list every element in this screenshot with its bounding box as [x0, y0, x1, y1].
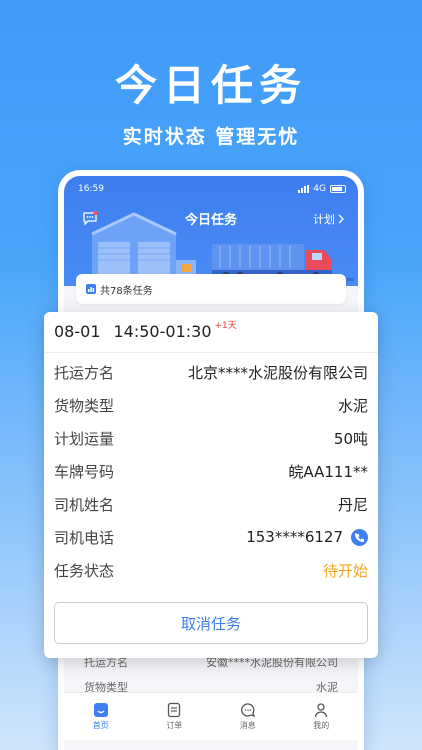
- status-bar: 16:59 4G: [78, 182, 346, 196]
- warehouse-truck-illustration: [84, 212, 354, 281]
- tab-profile[interactable]: 我的: [313, 702, 329, 731]
- profile-icon: [315, 703, 328, 718]
- battery-icon: [330, 185, 346, 193]
- task-date: 08-01: [54, 322, 101, 341]
- hero-title: 今日任务: [114, 61, 307, 110]
- cancel-task-button[interactable]: 取消任务: [54, 602, 368, 644]
- detail-label: 货物类型: [54, 396, 115, 415]
- detail-label: 任务状态: [54, 561, 115, 580]
- task-count-bar: 共78条任务: [76, 274, 346, 304]
- detail-value: 皖AA111**: [288, 462, 368, 481]
- detail-row-driver: 司机姓名 丹尼: [54, 492, 368, 516]
- signal-icon: [298, 185, 310, 193]
- detail-label: 计划运量: [54, 429, 115, 448]
- detail-row-cargo: 货物类型 水泥: [54, 393, 368, 417]
- tab-label: 订单: [166, 721, 183, 730]
- task-time: 08-01 14:50-01:30 +1天: [54, 321, 237, 341]
- network-label: 4G: [313, 184, 326, 194]
- tab-label: 首页: [92, 721, 109, 730]
- tab-home[interactable]: 首页: [93, 702, 109, 731]
- detail-value: 水泥: [337, 396, 368, 415]
- detail-value: 50吨: [333, 429, 368, 448]
- detail-value: 北京****水泥股份有限公司: [187, 363, 368, 382]
- detail-label: 司机电话: [54, 528, 115, 547]
- detail-label: 托运方名: [54, 363, 115, 382]
- task-detail-card: 08-01 14:50-01:30 +1天 托运方名 北京****水泥股份有限公…: [44, 312, 378, 658]
- hero-subtitle: 实时状态 管理无忧: [122, 126, 300, 148]
- detail-row-phone: 司机电话 153****6127: [54, 525, 368, 549]
- detail-value: 丹尼: [337, 495, 368, 514]
- tab-messages[interactable]: 消息: [240, 702, 256, 731]
- status-time: 16:59: [78, 184, 104, 194]
- order-icon: [168, 702, 181, 718]
- message-icon: [240, 703, 255, 718]
- detail-value-group: 153****6127: [246, 528, 368, 546]
- card-divider: [44, 352, 378, 353]
- tab-orders[interactable]: 订单: [166, 702, 182, 731]
- status-indicators: 4G: [298, 184, 346, 194]
- task-count-label: 共78条任务: [100, 285, 153, 297]
- phone-icon: [355, 532, 364, 542]
- detail-row-shipper: 托运方名 北京****水泥股份有限公司: [54, 360, 368, 384]
- detail-row-volume: 计划运量 50吨: [54, 426, 368, 450]
- detail-row-status: 任务状态 待开始: [54, 558, 368, 582]
- detail-label: 车牌号码: [54, 462, 115, 481]
- detail-row-plate: 车牌号码 皖AA111**: [54, 459, 368, 483]
- driver-phone-number: 153****6127: [246, 528, 343, 546]
- home-icon: [93, 703, 108, 717]
- task-status-value: 待开始: [322, 561, 368, 580]
- tab-label: 消息: [239, 721, 256, 730]
- task-time-range: 14:50-01:30: [113, 322, 212, 341]
- call-button[interactable]: [351, 528, 368, 546]
- day-offset-badge: +1天: [214, 321, 237, 331]
- tab-label: 我的: [313, 721, 330, 730]
- bar-chart-icon: [86, 284, 96, 294]
- detail-label: 司机姓名: [54, 495, 115, 514]
- bottom-tab-bar: 首页 订单 消息 我的: [64, 692, 358, 740]
- app-header: 16:59 4G 今日任务 计划: [64, 176, 358, 286]
